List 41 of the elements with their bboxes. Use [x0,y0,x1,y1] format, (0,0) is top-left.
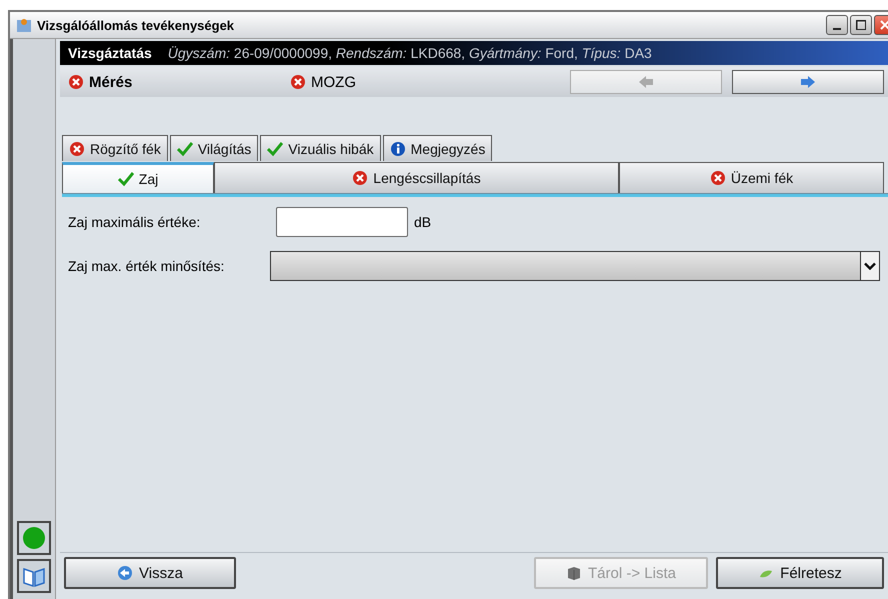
error-icon [352,170,368,186]
case-info: Ügyszám: 26-09/0000099, Rendszám: LKD668, Gyártmány: Ford, Típus: DA3 [168,45,652,61]
checkmark-icon [118,171,134,187]
error-icon [710,170,726,186]
minimize-icon [833,28,841,30]
status-label: Mérés [89,74,132,90]
book-button[interactable] [17,559,51,593]
header-title: Vizsgáztatás [68,45,152,61]
field-label: Zaj maximális értéke: [68,214,202,230]
error-icon [69,140,85,156]
left-arrow-icon [638,74,654,90]
close-icon [880,20,888,30]
info-icon [390,140,406,156]
tab[interactable]: Vizuális hibák [260,135,381,161]
status-label: MOZG [311,74,356,90]
unit-label: dB [414,214,432,230]
maximize-button[interactable] [850,15,872,35]
right-arrow-icon [800,74,816,90]
tab[interactable]: Lengéscsillapítás [214,162,619,193]
input-field[interactable] [276,207,408,237]
tab[interactable]: Rögzítő fék [62,135,168,161]
checkmark-icon [267,140,284,156]
window-title: Vizsgálóállomás tevékenységek [37,18,236,32]
checkmark-icon [176,140,193,156]
tab[interactable]: Üzemi fék [619,162,884,193]
error-icon [290,74,306,90]
footer-button[interactable]: Vissza [64,557,236,589]
error-icon [68,74,84,90]
tab[interactable]: Világítás [170,135,258,161]
tab[interactable]: Zaj [62,162,214,193]
next-button[interactable] [732,70,884,94]
app-icon [16,17,32,33]
minimize-button[interactable] [826,15,848,35]
field-label: Zaj max. érték minősítés: [68,258,226,274]
footer-button[interactable]: Félretesz [716,557,884,589]
tab[interactable]: Megjegyzés [382,135,492,161]
maximize-icon [856,20,866,30]
dropdown-field[interactable] [270,251,880,281]
dropdown-caret-icon [864,262,876,270]
box-icon [566,565,582,581]
status-dot-icon [22,526,46,550]
